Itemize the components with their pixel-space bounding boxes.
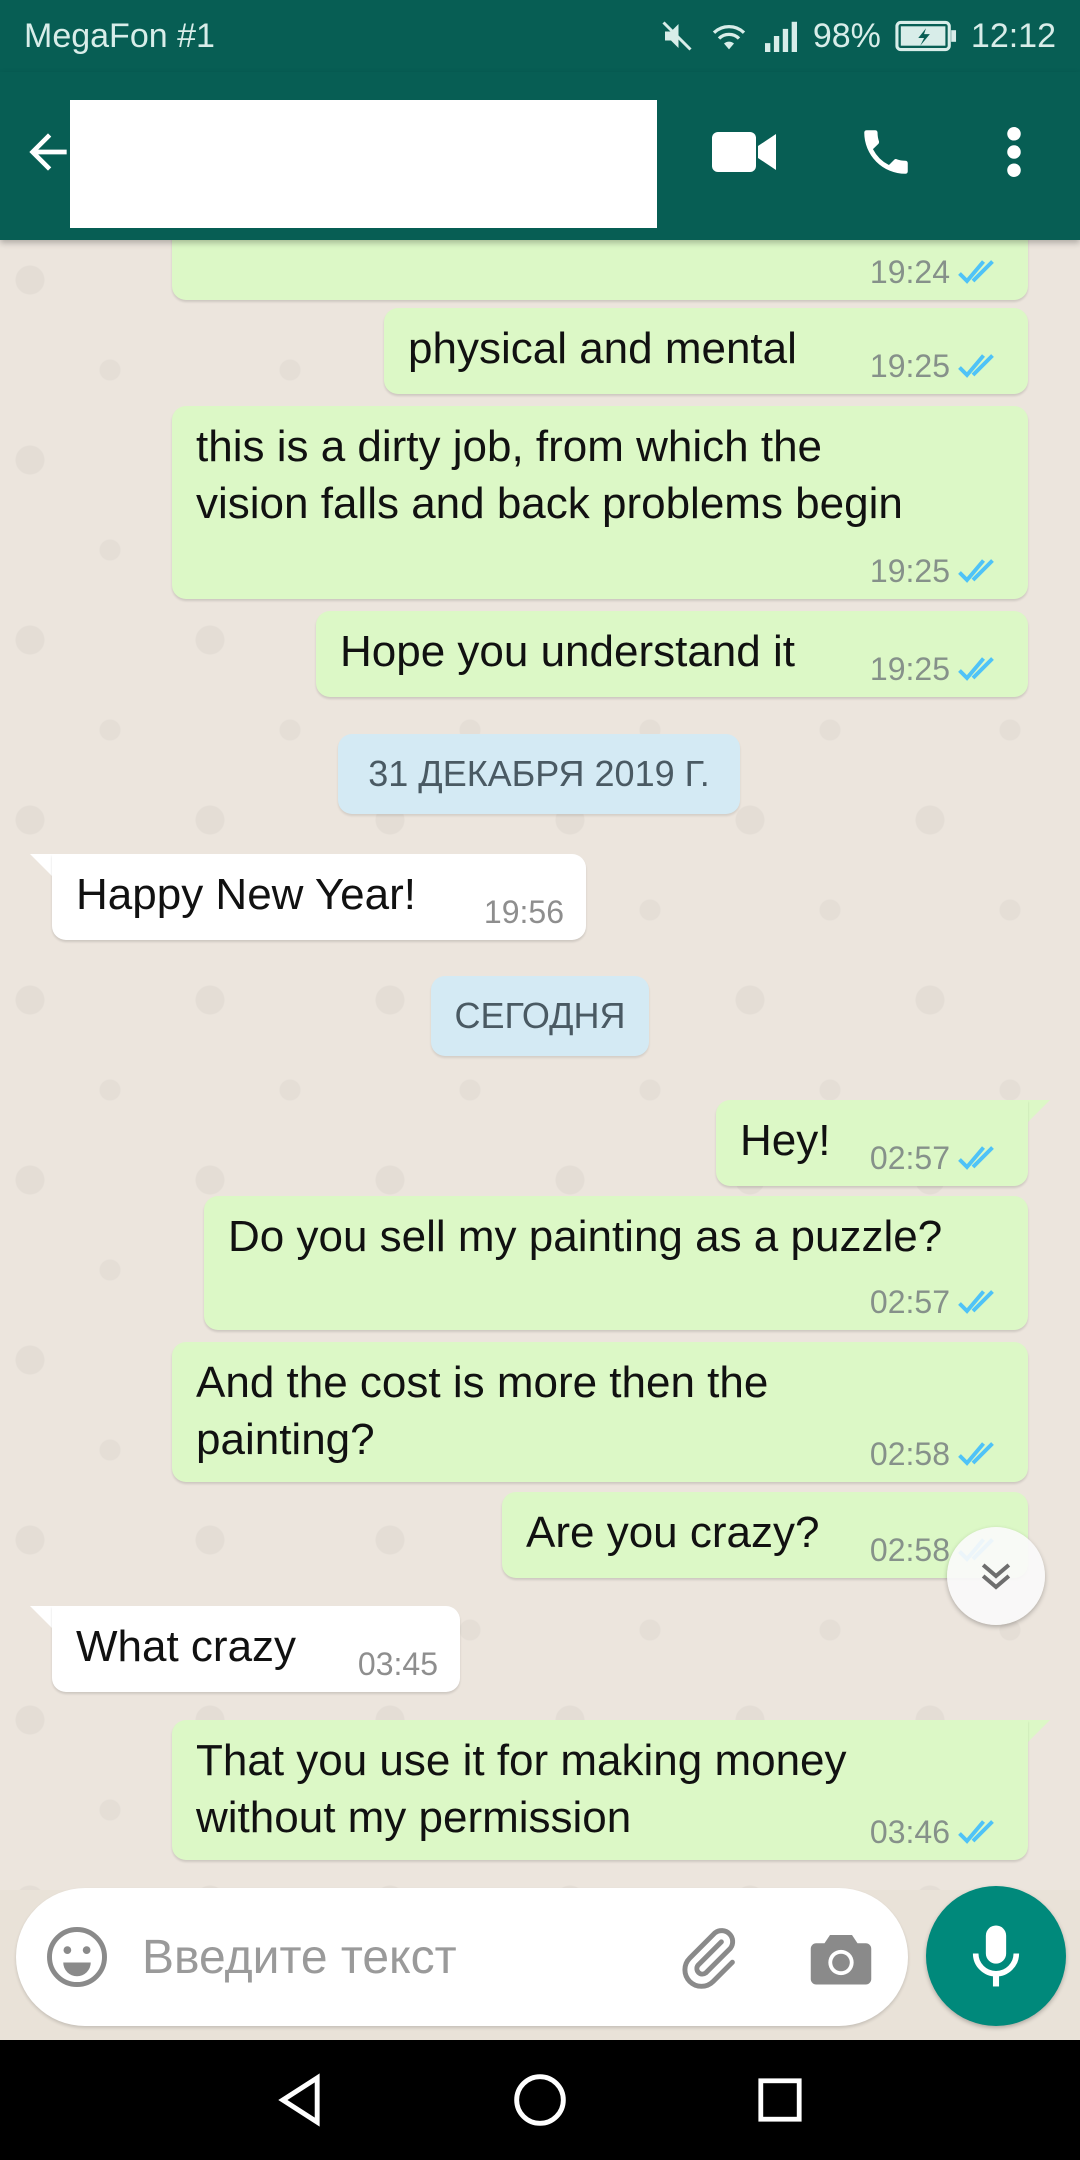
message-outgoing[interactable]: 19:24 bbox=[172, 240, 1028, 300]
message-outgoing[interactable]: Hope you understand it 19:25 bbox=[316, 611, 1028, 697]
message-time: 19:25 bbox=[869, 651, 950, 687]
message-time: 03:45 bbox=[357, 1646, 438, 1682]
message-time: 02:57 bbox=[869, 1284, 950, 1320]
chat-area[interactable]: 19:24 physical and mental 19:25 this is … bbox=[0, 240, 1080, 1890]
read-ticks-icon bbox=[958, 1442, 994, 1466]
camera-icon bbox=[810, 1935, 872, 1985]
message-time: 02:57 bbox=[869, 1140, 950, 1176]
system-nav-bar bbox=[0, 2040, 1080, 2160]
message-time: 02:58 bbox=[869, 1436, 950, 1472]
date-separator: 31 ДЕКАБРЯ 2019 Г. bbox=[338, 734, 740, 814]
back-button[interactable] bbox=[20, 124, 76, 180]
message-text: Hope you understand it bbox=[340, 627, 795, 676]
read-ticks-icon bbox=[958, 1290, 994, 1314]
nav-back-button[interactable] bbox=[270, 2070, 330, 2130]
message-text: Hey! bbox=[740, 1116, 831, 1165]
wifi-icon bbox=[709, 18, 749, 54]
message-meta: 19:24 bbox=[870, 254, 1006, 290]
message-time: 19:24 bbox=[869, 254, 950, 290]
read-ticks-icon bbox=[958, 354, 994, 378]
message-meta: 02:57 bbox=[870, 1284, 1006, 1320]
microphone-icon bbox=[972, 1925, 1020, 1987]
message-meta: 02:58 bbox=[870, 1436, 1006, 1472]
message-outgoing[interactable]: That you use it for making money without… bbox=[172, 1720, 1028, 1860]
message-meta: 19:25 bbox=[870, 651, 1006, 687]
emoji-button[interactable] bbox=[44, 1924, 110, 1990]
read-ticks-icon bbox=[958, 260, 994, 284]
message-meta: 03:46 bbox=[870, 1814, 1006, 1850]
nav-recents-icon bbox=[758, 2078, 802, 2122]
voice-message-button[interactable] bbox=[926, 1886, 1066, 2026]
read-ticks-icon bbox=[958, 657, 994, 681]
message-text: Do you sell my painting as a puzzle? bbox=[228, 1212, 943, 1261]
bubble-tail bbox=[30, 1606, 52, 1628]
message-text: And the cost is more then the painting? bbox=[196, 1358, 769, 1464]
bubble-tail bbox=[1028, 1720, 1050, 1742]
bubble-tail bbox=[30, 854, 52, 876]
double-chevron-down-icon bbox=[981, 1563, 1011, 1590]
scroll-to-bottom-button[interactable] bbox=[947, 1527, 1045, 1625]
message-text: Are you crazy? bbox=[526, 1508, 820, 1557]
camera-button[interactable] bbox=[808, 1926, 874, 1988]
video-call-icon bbox=[712, 132, 776, 172]
message-text: this is a dirty job, from which the visi… bbox=[196, 422, 903, 528]
message-meta: 03:45 bbox=[358, 1646, 438, 1682]
nav-recents-button[interactable] bbox=[750, 2070, 810, 2130]
message-outgoing[interactable]: And the cost is more then the painting? … bbox=[172, 1342, 1028, 1482]
signal-icon bbox=[763, 20, 799, 52]
read-ticks-icon bbox=[958, 1146, 994, 1170]
message-outgoing[interactable]: Do you sell my painting as a puzzle? 02:… bbox=[204, 1196, 1028, 1330]
nav-home-icon bbox=[514, 2074, 566, 2126]
message-text: Happy New Year! bbox=[76, 870, 416, 919]
more-options-icon bbox=[1007, 127, 1021, 177]
contact-name-redacted[interactable] bbox=[70, 100, 657, 228]
message-outgoing[interactable]: this is a dirty job, from which the visi… bbox=[172, 406, 1028, 599]
message-outgoing[interactable]: Hey! 02:57 bbox=[716, 1100, 1028, 1186]
read-ticks-icon bbox=[958, 1820, 994, 1844]
clock: 12:12 bbox=[970, 16, 1056, 55]
attach-button[interactable] bbox=[676, 1924, 742, 1990]
emoji-icon bbox=[47, 1927, 107, 1987]
message-time: 19:56 bbox=[483, 894, 564, 930]
status-bar: MegaFon #1 98% 12:12 bbox=[0, 0, 1080, 72]
message-meta: 19:56 bbox=[484, 894, 564, 930]
voice-call-button[interactable] bbox=[846, 120, 926, 184]
carrier-name: MegaFon #1 bbox=[24, 16, 215, 55]
message-meta: 02:57 bbox=[870, 1140, 1006, 1176]
message-time: 19:25 bbox=[869, 553, 950, 589]
battery-icon bbox=[895, 20, 957, 52]
message-meta: 19:25 bbox=[870, 553, 1006, 589]
paperclip-icon bbox=[682, 1928, 736, 1989]
message-incoming[interactable]: Happy New Year! 19:56 bbox=[52, 854, 586, 940]
video-call-button[interactable] bbox=[704, 120, 784, 184]
message-composer bbox=[16, 1888, 908, 2026]
message-outgoing[interactable]: physical and mental 19:25 bbox=[384, 308, 1028, 394]
message-time: 02:58 bbox=[869, 1532, 950, 1568]
date-separator: СЕГОДНЯ bbox=[431, 976, 649, 1056]
back-arrow-icon bbox=[29, 133, 67, 171]
message-text: What crazy bbox=[76, 1622, 297, 1671]
message-input[interactable] bbox=[142, 1922, 662, 1992]
chat-header bbox=[0, 72, 1080, 240]
battery-percent: 98% bbox=[812, 16, 881, 55]
mute-icon bbox=[659, 18, 695, 54]
more-options-button[interactable] bbox=[974, 120, 1054, 184]
nav-back-icon bbox=[278, 2073, 320, 2127]
nav-home-button[interactable] bbox=[510, 2070, 570, 2130]
message-meta: 19:25 bbox=[870, 348, 1006, 384]
bubble-tail bbox=[1028, 1100, 1050, 1122]
message-text: physical and mental bbox=[408, 324, 797, 373]
message-text: That you use it for making money without… bbox=[196, 1736, 847, 1842]
status-icons: 98% 12:12 bbox=[659, 17, 1056, 56]
message-time: 19:25 bbox=[869, 348, 950, 384]
message-incoming[interactable]: What crazy 03:45 bbox=[52, 1606, 460, 1692]
read-ticks-icon bbox=[958, 559, 994, 583]
message-time: 03:46 bbox=[869, 1814, 950, 1850]
voice-call-icon bbox=[864, 130, 908, 174]
